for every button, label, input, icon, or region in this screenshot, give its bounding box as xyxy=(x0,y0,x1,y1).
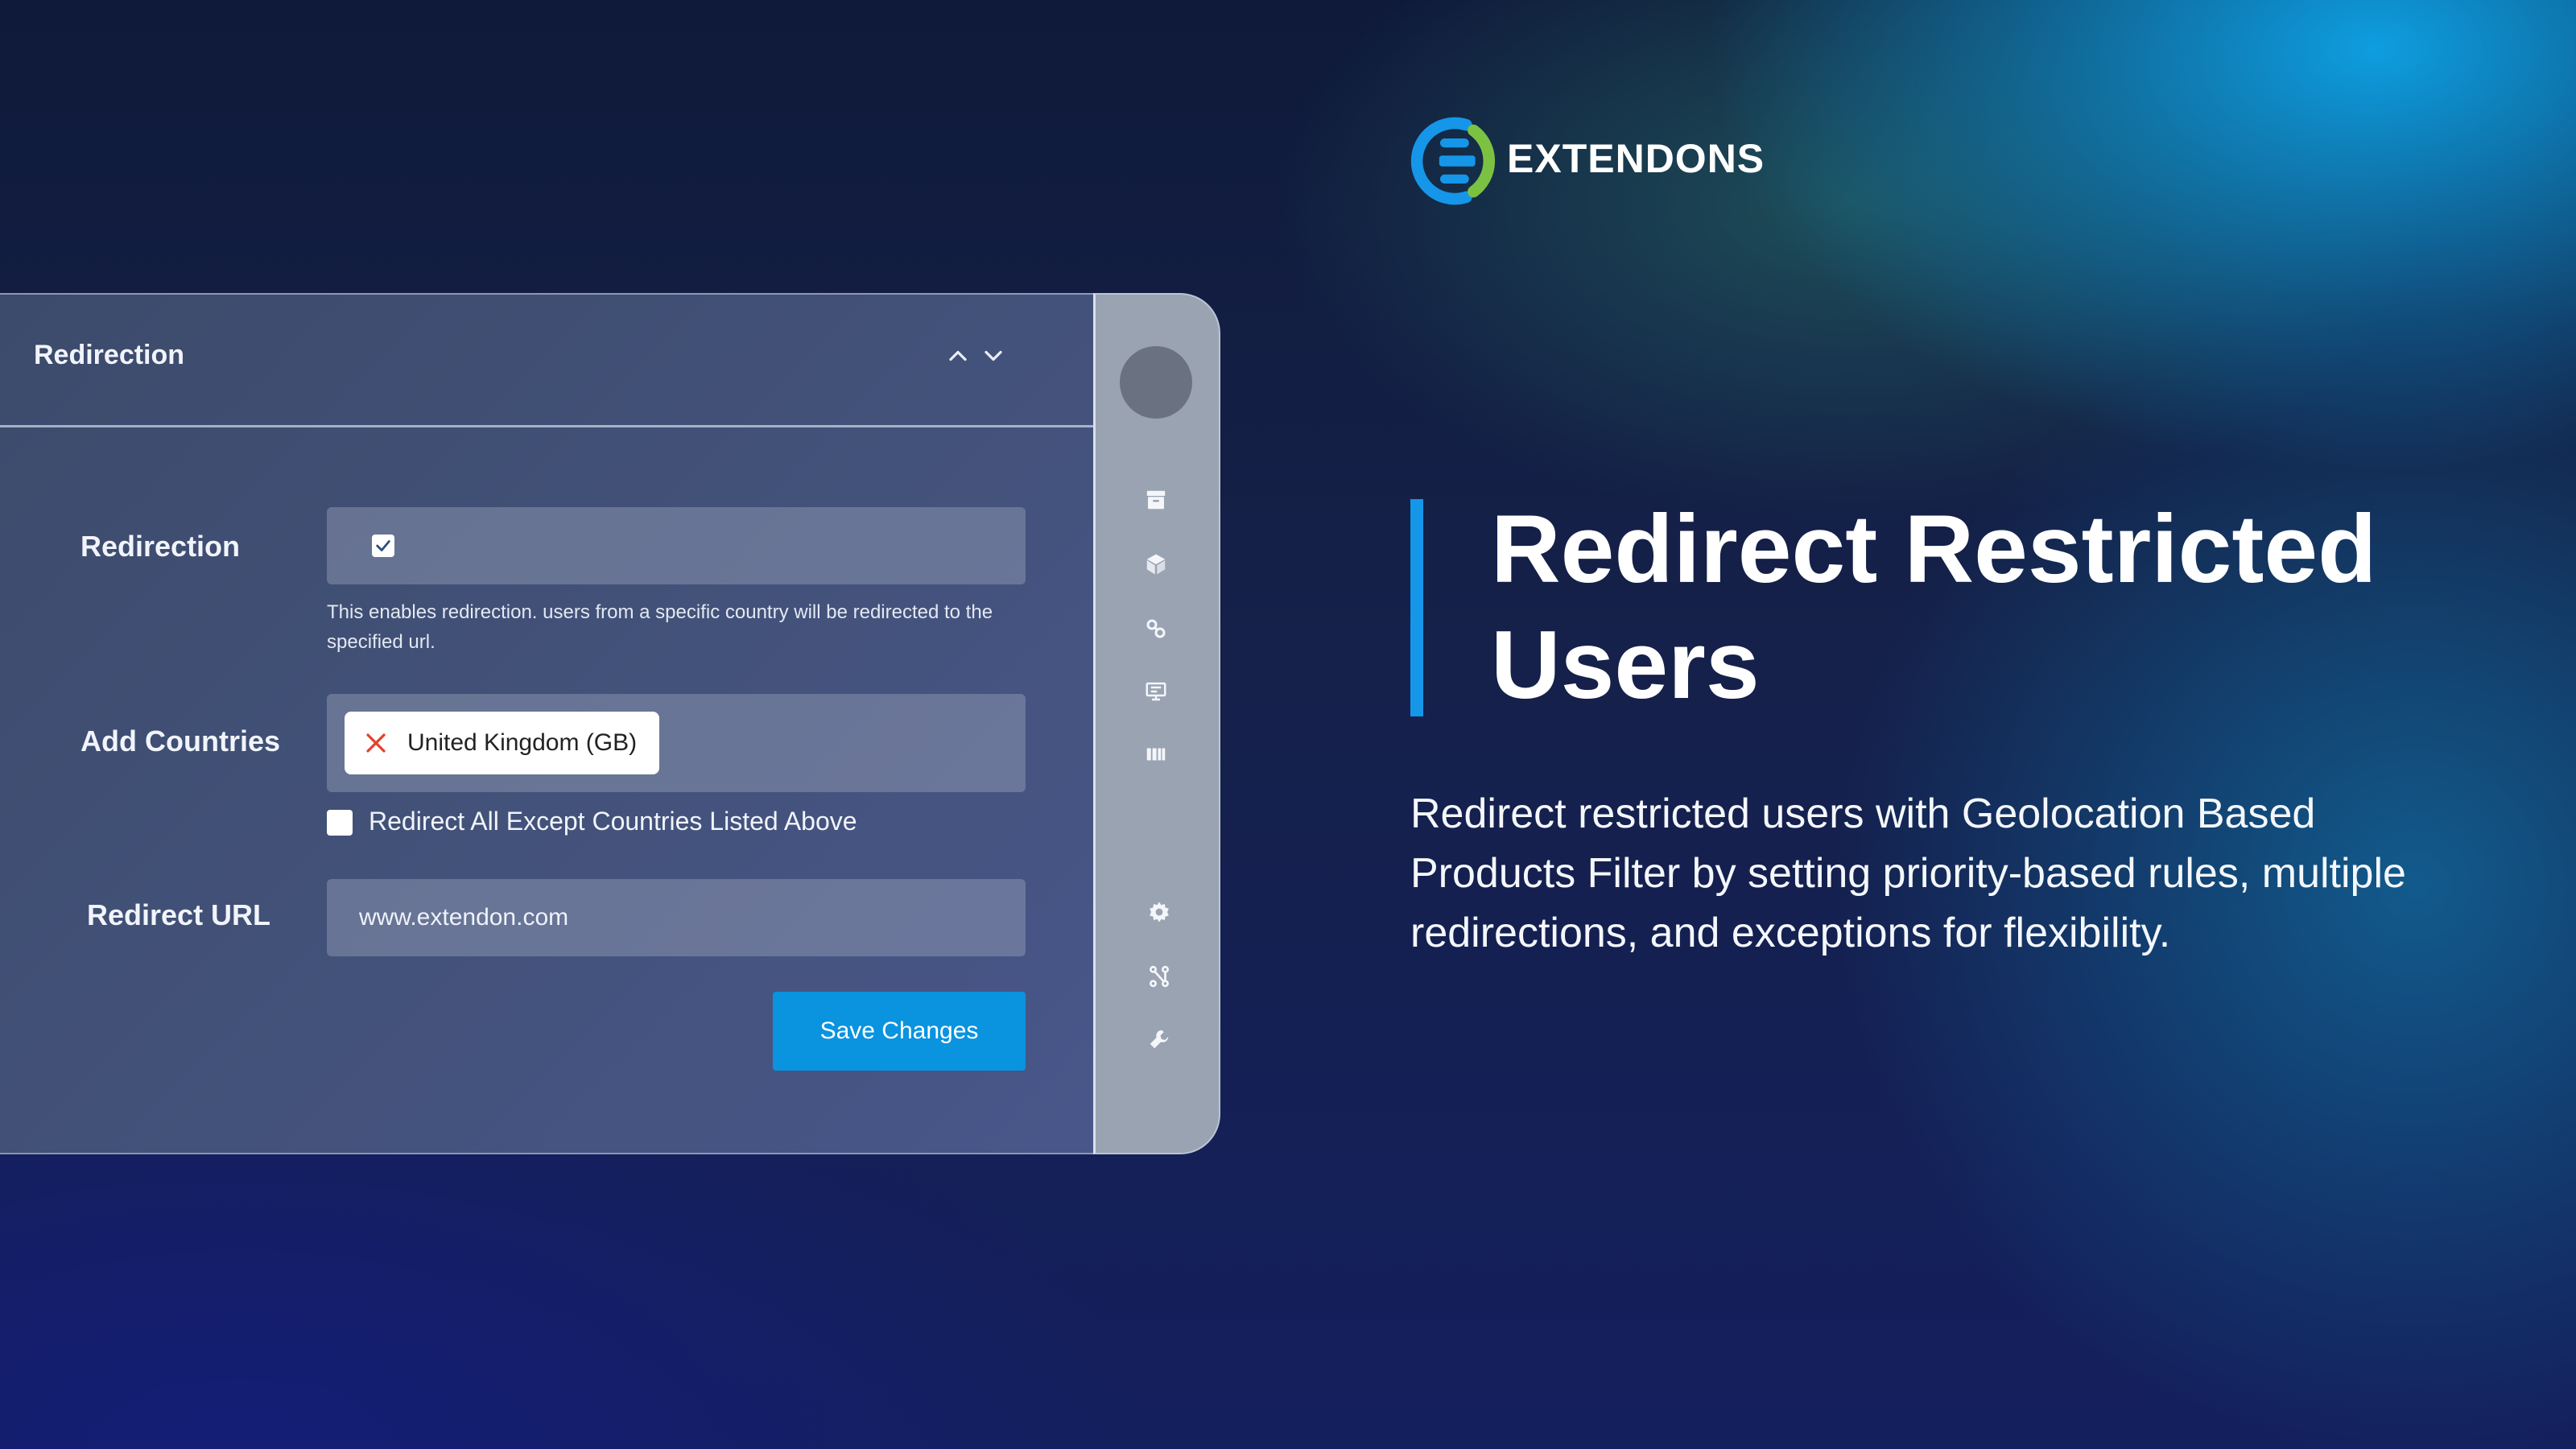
country-chip: United Kingdom (GB) xyxy=(345,712,660,774)
chevron-up-icon[interactable] xyxy=(943,341,972,370)
extendons-logo-icon xyxy=(1410,116,1501,206)
except-countries-label: Redirect All Except Countries Listed Abo… xyxy=(369,807,857,836)
hero-title: Redirect Restricted Users xyxy=(1491,495,2377,719)
barcode-icon[interactable] xyxy=(1144,742,1168,766)
countries-select[interactable]: United Kingdom (GB) xyxy=(327,694,1026,792)
link-icon[interactable] xyxy=(1144,617,1168,641)
gear-icon[interactable] xyxy=(1147,900,1171,924)
redirect-url-label: Redirect URL xyxy=(87,898,271,931)
save-changes-button[interactable]: Save Changes xyxy=(773,992,1026,1071)
panel-title: Redirection xyxy=(34,340,185,370)
add-countries-label: Add Countries xyxy=(80,724,280,758)
archive-icon[interactable] xyxy=(1144,488,1168,512)
nodes-icon[interactable] xyxy=(1147,964,1171,989)
cube-icon[interactable] xyxy=(1144,552,1168,576)
except-countries-checkbox[interactable] xyxy=(327,810,353,836)
country-chip-label: United Kingdom (GB) xyxy=(407,729,638,756)
checkmark-icon xyxy=(376,540,390,551)
monitor-icon[interactable] xyxy=(1144,679,1168,704)
panel-header: Redirection xyxy=(0,295,1095,427)
avatar[interactable] xyxy=(1120,346,1192,419)
close-icon[interactable] xyxy=(364,731,388,755)
brand-name: EXTENDONS xyxy=(1507,136,1765,181)
redirect-url-input[interactable]: www.extendon.com xyxy=(327,879,1026,956)
redirect-url-value: www.extendon.com xyxy=(359,904,569,931)
chevron-down-icon[interactable] xyxy=(979,341,1008,370)
redirection-help-text: This enables redirection. users from a s… xyxy=(327,601,993,653)
side-rail xyxy=(1093,293,1220,1154)
redirection-field xyxy=(327,507,1026,584)
redirection-label: Redirection xyxy=(80,530,241,563)
wrench-icon[interactable] xyxy=(1147,1027,1171,1051)
redirection-checkbox[interactable] xyxy=(372,535,394,557)
accent-bar xyxy=(1410,499,1423,716)
redirection-settings-panel: Redirection Redirection This enables red… xyxy=(0,293,1095,1154)
hero-description: Redirect restricted users with Geolocati… xyxy=(1410,791,2406,956)
